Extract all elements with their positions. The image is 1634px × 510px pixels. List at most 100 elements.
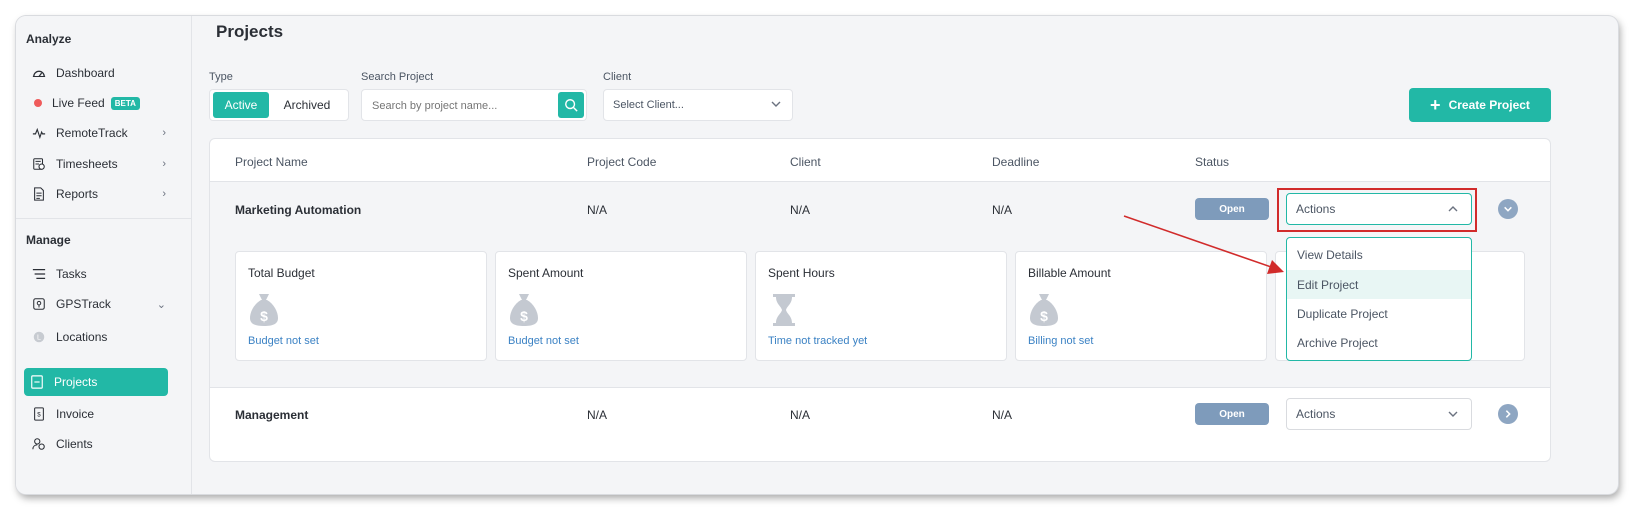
search-input[interactable] bbox=[372, 97, 552, 115]
type-toggle: Active Archived bbox=[209, 89, 349, 121]
row-project-name[interactable]: Management bbox=[235, 408, 308, 422]
header-project-code: Project Code bbox=[587, 155, 657, 169]
chevron-right-icon bbox=[1505, 410, 1511, 418]
row-client: N/A bbox=[790, 408, 811, 422]
timesheet-icon bbox=[32, 157, 46, 171]
sidebar-section-analyze: Analyze bbox=[26, 32, 72, 46]
create-project-label: Create Project bbox=[1448, 98, 1530, 112]
type-archived-button[interactable]: Archived bbox=[269, 92, 345, 118]
header-project-name: Project Name bbox=[235, 155, 308, 169]
create-project-button[interactable]: + Create Project bbox=[1409, 88, 1551, 122]
row-deadline: N/A bbox=[992, 203, 1013, 217]
menu-item-duplicate-project[interactable]: Duplicate Project bbox=[1287, 299, 1471, 328]
sidebar-item-locations[interactable]: L Locations bbox=[26, 323, 172, 351]
row-divider bbox=[210, 387, 1550, 388]
collapse-row-button[interactable] bbox=[1498, 199, 1518, 219]
money-bag-icon: $ bbox=[1030, 294, 1058, 326]
row-project-code: N/A bbox=[587, 203, 608, 217]
svg-text:$: $ bbox=[260, 308, 268, 324]
stat-value-link[interactable]: Billing not set bbox=[1028, 335, 1093, 347]
search-box bbox=[361, 89, 587, 121]
header-deadline: Deadline bbox=[992, 155, 1040, 169]
app-window: Analyze Dashboard Live Feed BETA RemoteT… bbox=[16, 16, 1618, 494]
stat-value-link[interactable]: Time not tracked yet bbox=[768, 335, 867, 347]
status-badge: Open bbox=[1195, 198, 1269, 220]
sidebar-item-dashboard[interactable]: Dashboard bbox=[26, 59, 172, 87]
plus-icon: + bbox=[1430, 95, 1441, 115]
chevron-right-icon: › bbox=[162, 158, 166, 170]
svg-text:$: $ bbox=[1040, 308, 1048, 324]
stat-title: Total Budget bbox=[248, 266, 315, 280]
stat-value-link[interactable]: Budget not set bbox=[248, 335, 319, 347]
hourglass-icon bbox=[773, 294, 795, 326]
pulse-icon bbox=[32, 126, 46, 140]
row-project-name[interactable]: Marketing Automation bbox=[235, 203, 361, 217]
stat-card-spent-amount: Spent Amount $ Budget not set bbox=[495, 251, 747, 361]
chevron-right-icon: › bbox=[162, 188, 166, 200]
gps-icon bbox=[32, 297, 46, 311]
sidebar-item-reports[interactable]: Reports › bbox=[26, 180, 172, 208]
stat-title: Spent Amount bbox=[508, 266, 584, 280]
sidebar-divider bbox=[16, 218, 192, 219]
menu-item-edit-project[interactable]: Edit Project bbox=[1287, 270, 1471, 299]
menu-item-view-details[interactable]: View Details bbox=[1287, 240, 1471, 269]
location-icon: L bbox=[32, 330, 46, 344]
row-deadline: N/A bbox=[992, 408, 1013, 422]
sidebar-item-label: Locations bbox=[56, 330, 108, 344]
client-select-value: Select Client... bbox=[613, 99, 684, 111]
stat-value-link[interactable]: Budget not set bbox=[508, 335, 579, 347]
row-project-code: N/A bbox=[587, 408, 608, 422]
project-icon bbox=[30, 375, 44, 389]
sidebar-item-label: Invoice bbox=[56, 407, 95, 421]
svg-text:$: $ bbox=[37, 412, 41, 419]
sidebar-item-timesheets[interactable]: Timesheets › bbox=[26, 150, 172, 178]
chevron-down-icon bbox=[1504, 206, 1512, 212]
svg-text:$: $ bbox=[520, 308, 528, 324]
invoice-icon: $ bbox=[32, 407, 46, 421]
status-badge: Open bbox=[1195, 403, 1269, 425]
search-button[interactable] bbox=[558, 92, 584, 118]
stat-card-spent-hours: Spent Hours Time not tracked yet bbox=[755, 251, 1007, 361]
actions-dropdown-menu: View Details Edit Project Duplicate Proj… bbox=[1286, 237, 1472, 361]
actions-select[interactable]: Actions bbox=[1286, 398, 1472, 430]
sidebar-item-label: Dashboard bbox=[56, 66, 115, 80]
sidebar-item-label: Reports bbox=[56, 187, 99, 201]
sidebar-item-label: RemoteTrack bbox=[56, 126, 128, 140]
svg-text:L: L bbox=[37, 335, 41, 342]
sidebar-item-invoice[interactable]: $ Invoice bbox=[26, 400, 172, 428]
menu-item-archive-project[interactable]: Archive Project bbox=[1287, 328, 1471, 357]
sidebar-item-remotetrack[interactable]: RemoteTrack › bbox=[26, 119, 172, 147]
sidebar-item-label: GPSTrack bbox=[56, 297, 111, 311]
type-active-button[interactable]: Active bbox=[213, 92, 269, 118]
sidebar-item-label: Timesheets bbox=[56, 157, 118, 171]
dashboard-icon bbox=[32, 66, 46, 80]
stat-card-billable-amount: Billable Amount $ Billing not set bbox=[1015, 251, 1267, 361]
row-client: N/A bbox=[790, 203, 811, 217]
chevron-down-icon bbox=[771, 101, 781, 107]
chevron-right-icon: › bbox=[162, 127, 166, 139]
page-title: Projects bbox=[216, 22, 284, 41]
chevron-down-icon: ⌄ bbox=[156, 298, 166, 311]
sidebar-item-live-feed[interactable]: Live Feed BETA bbox=[26, 89, 172, 117]
sidebar-item-projects[interactable]: Projects bbox=[24, 368, 168, 396]
sidebar-item-label: Clients bbox=[56, 437, 93, 451]
beta-badge: BETA bbox=[110, 96, 140, 110]
actions-select-value: Actions bbox=[1296, 407, 1336, 421]
money-bag-icon: $ bbox=[510, 294, 538, 326]
search-label: Search Project bbox=[361, 71, 434, 83]
money-bag-icon: $ bbox=[250, 294, 278, 326]
sidebar-item-gpstrack[interactable]: GPSTrack ⌄ bbox=[26, 290, 172, 318]
type-label: Type bbox=[209, 71, 233, 83]
sidebar-item-label: Tasks bbox=[56, 267, 87, 281]
client-select[interactable]: Select Client... bbox=[603, 89, 793, 121]
header-status: Status bbox=[1195, 155, 1230, 169]
sidebar-item-tasks[interactable]: Tasks bbox=[26, 260, 172, 288]
stat-title: Spent Hours bbox=[768, 266, 835, 280]
sidebar-item-label: Live Feed bbox=[52, 96, 105, 110]
projects-table: Project Name Project Code Client Deadlin… bbox=[209, 138, 1551, 462]
sidebar-item-clients[interactable]: Clients bbox=[26, 430, 172, 458]
expand-row-button[interactable] bbox=[1498, 404, 1518, 424]
stat-title: Billable Amount bbox=[1028, 266, 1111, 280]
annotation-highlight-box bbox=[1277, 188, 1477, 232]
header-client: Client bbox=[790, 155, 821, 169]
